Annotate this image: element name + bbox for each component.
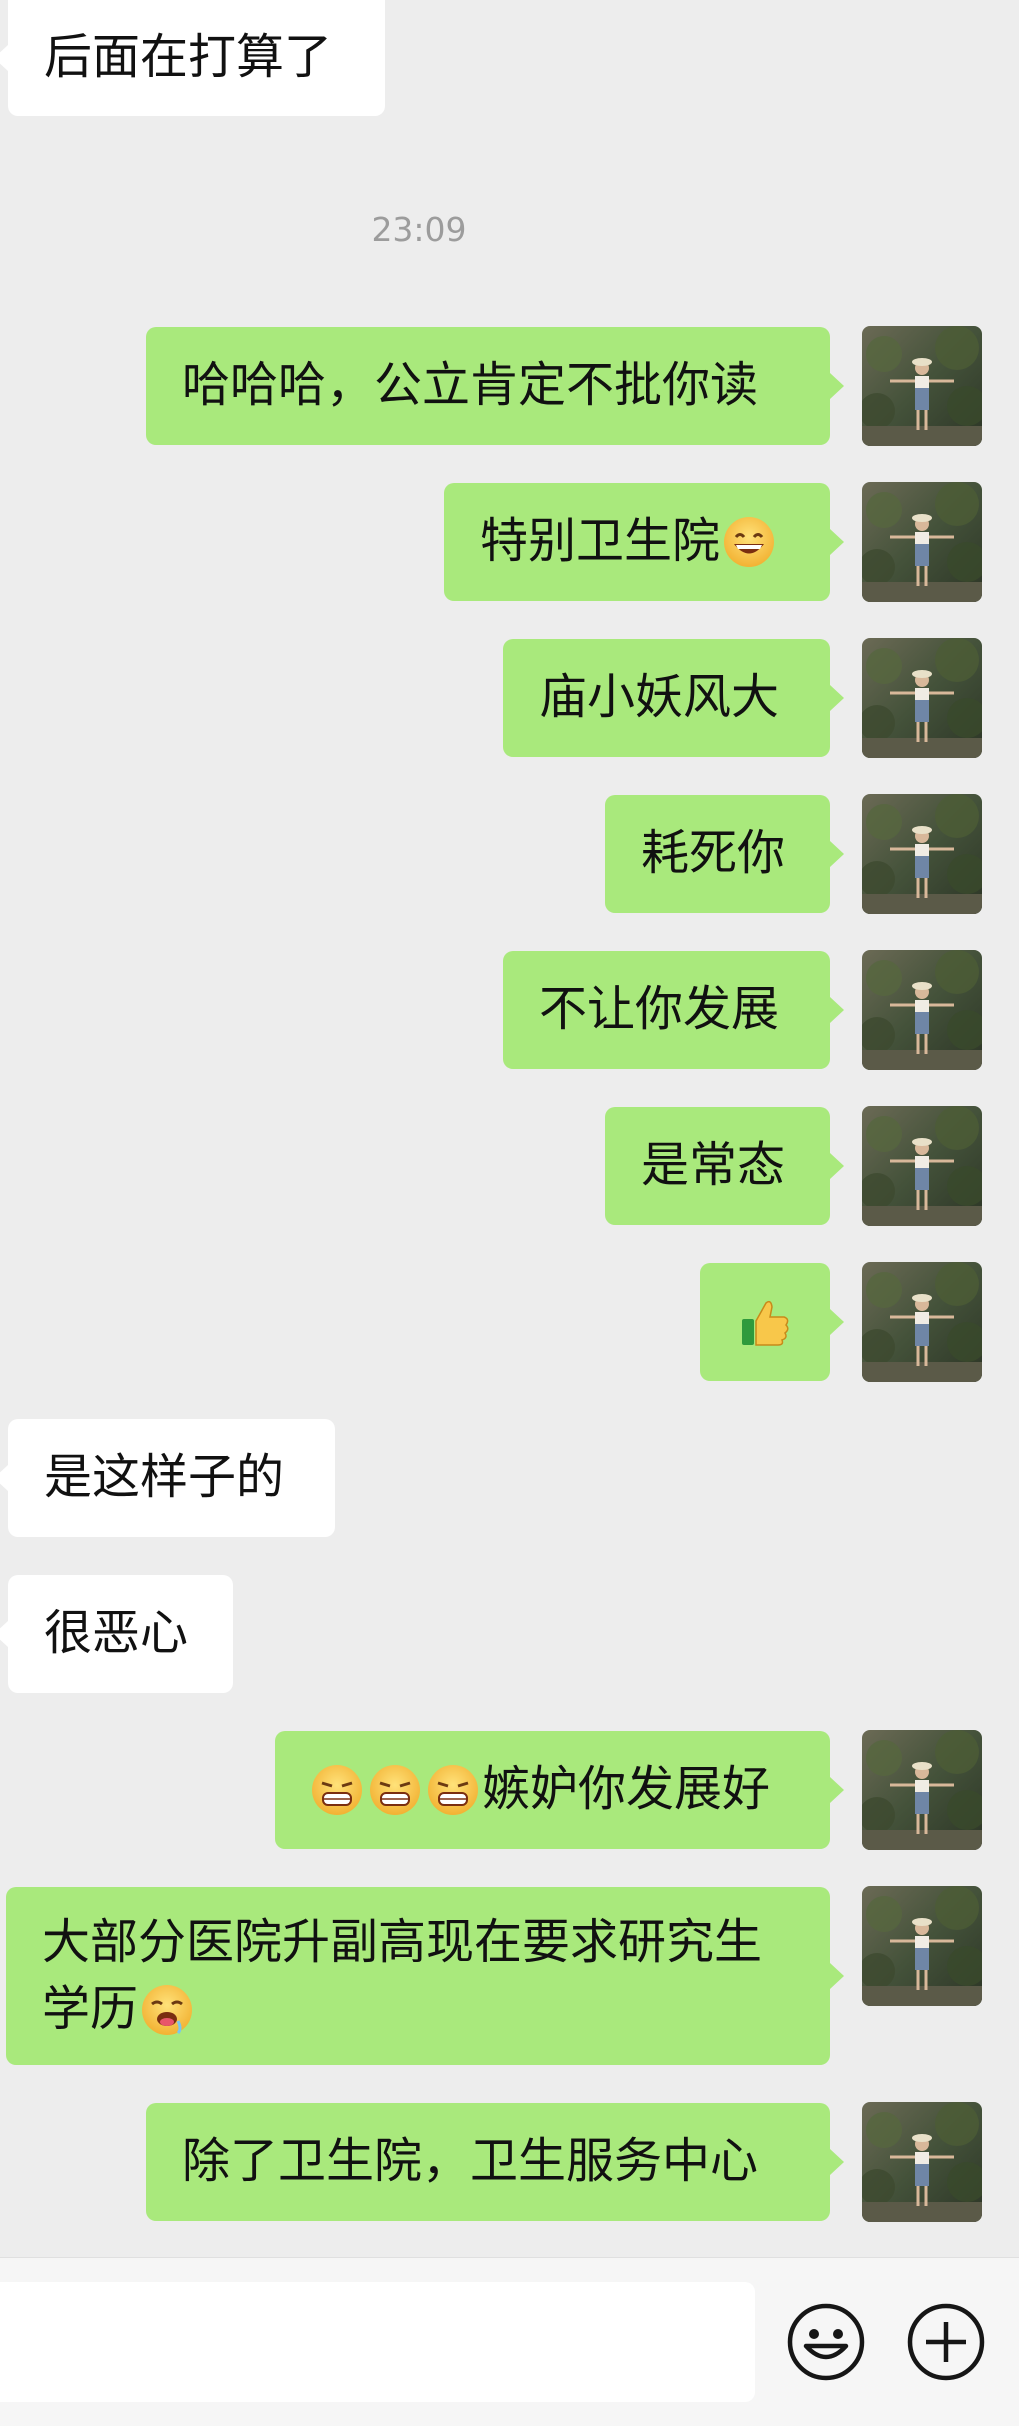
message-input[interactable]	[0, 2282, 755, 2402]
avatar[interactable]	[862, 1886, 982, 2006]
avatar[interactable]	[862, 950, 982, 1070]
message-text: 是这样子的	[44, 1449, 285, 1506]
smirk-emoji	[370, 1765, 420, 1815]
message-text: 哈哈哈，公立肯定不批你读	[182, 357, 759, 414]
avatar[interactable]	[862, 1106, 982, 1226]
avatar[interactable]	[862, 1262, 982, 1382]
message-bubble-outgoing[interactable]: 除了卫生院，卫生服务中心	[146, 2103, 844, 2221]
plus-circle-icon[interactable]	[906, 2302, 986, 2382]
message-text-line: 大部分医院升副高现在要求研究生	[42, 1913, 763, 1970]
message-text: 后面在打算了	[44, 29, 333, 86]
message-text: 耗死你	[641, 825, 786, 882]
message-bubble-outgoing[interactable]: 是常态	[605, 1107, 844, 1225]
message-bubble-outgoing[interactable]: 嫉妒你发展好	[275, 1731, 844, 1849]
message-bubble-outgoing[interactable]: 庙小妖风大	[503, 639, 844, 757]
chat-input-bar	[0, 2257, 1019, 2426]
message-text: 很恶心	[44, 1605, 189, 1662]
message-bubble-outgoing[interactable]: 哈哈哈，公立肯定不批你读	[146, 327, 844, 445]
smiley-icon[interactable]	[786, 2302, 866, 2382]
message-bubble-outgoing[interactable]: 大部分医院升副高现在要求研究生 学历	[6, 1887, 844, 2065]
message-bubble-incoming[interactable]: 是这样子的	[0, 1419, 335, 1537]
message-bubble-outgoing[interactable]: 不让你发展	[503, 951, 844, 1069]
avatar[interactable]	[862, 1730, 982, 1850]
message-text: 不让你发展	[539, 981, 780, 1038]
message-bubble-outgoing[interactable]	[700, 1263, 844, 1381]
avatar[interactable]	[862, 794, 982, 914]
chat-window[interactable]: 后面在打算了 23:09 哈哈哈，公立肯定不批你读 特别卫生院 庙小妖风大 耗死…	[0, 0, 1019, 2426]
avatar[interactable]	[862, 2102, 982, 2222]
smirk-emoji	[428, 1765, 478, 1815]
message-text-line-2: 学历	[42, 1976, 196, 2043]
message-text: 是常态	[641, 1137, 786, 1194]
message-text: 除了卫生院，卫生服务中心	[182, 2133, 759, 2190]
message-text: 庙小妖风大	[539, 669, 780, 726]
message-timestamp: 23:09	[371, 210, 467, 249]
avatar[interactable]	[862, 482, 982, 602]
avatar[interactable]	[862, 638, 982, 758]
smirk-emoji	[312, 1765, 362, 1815]
grin-emoji	[724, 517, 775, 567]
drool-emoji	[142, 1984, 193, 2035]
message-text: 嫉妒你发展好	[482, 1761, 771, 1818]
message-bubble-outgoing[interactable]: 耗死你	[605, 795, 844, 913]
message-text: 特别卫生院	[480, 513, 721, 570]
avatar[interactable]	[862, 326, 982, 446]
message-bubble-incoming[interactable]: 很恶心	[0, 1575, 233, 1693]
message-bubble-outgoing[interactable]: 特别卫生院	[444, 483, 844, 601]
message-bubble-incoming[interactable]: 后面在打算了	[0, 0, 385, 116]
thumbs-up-emoji	[742, 1300, 789, 1346]
